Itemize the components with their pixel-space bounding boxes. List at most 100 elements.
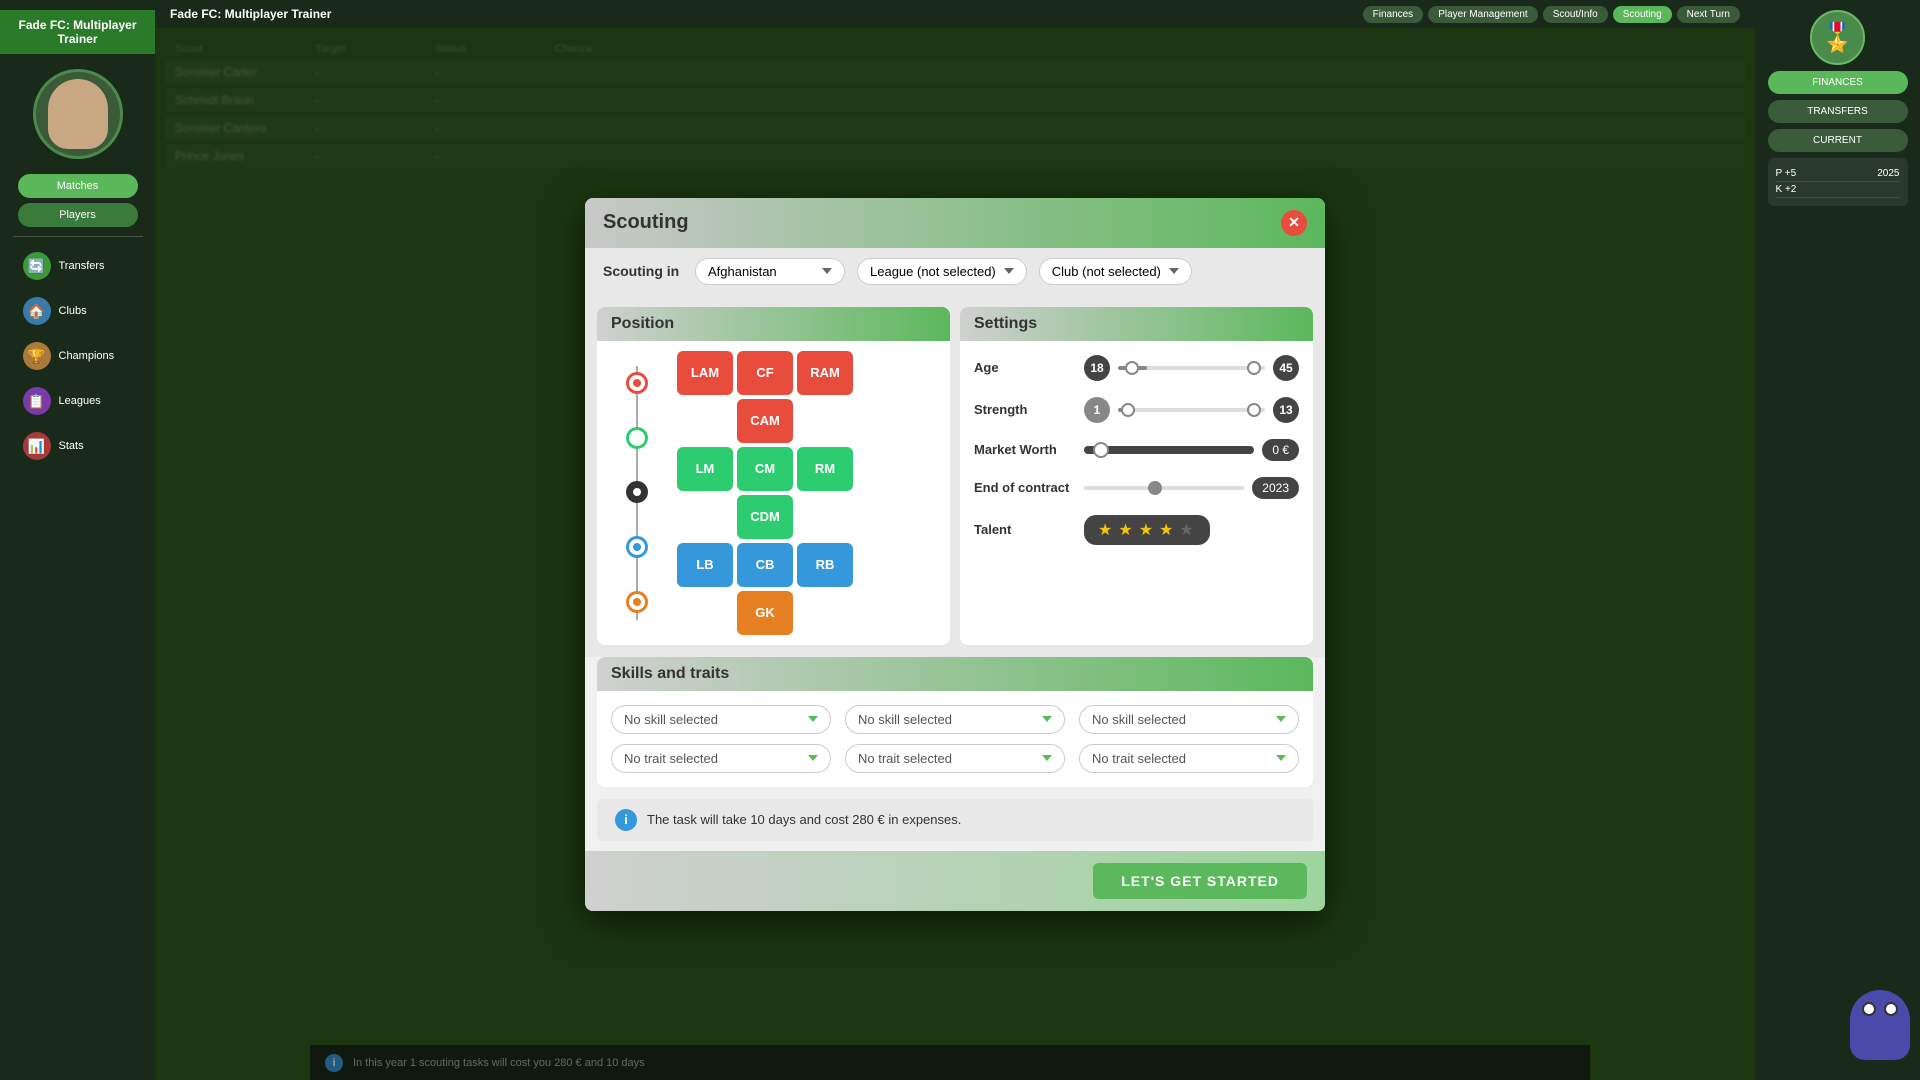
skills-row: No skill selected No skill selected No s… xyxy=(611,705,1299,734)
sidebar-item-players[interactable]: Players xyxy=(18,203,138,227)
country-dropdown[interactable]: Afghanistan xyxy=(695,258,845,285)
trait-2-value: No trait selected xyxy=(858,751,952,766)
stats-box: P +5 2025 K +2 xyxy=(1768,158,1908,206)
right-transfers-btn[interactable]: TRANSFERS xyxy=(1768,100,1908,123)
topbar-finances[interactable]: Finances xyxy=(1363,6,1424,23)
topbar-nav: Finances Player Management Scout/Info Sc… xyxy=(1363,6,1740,23)
stat-row-2: K +2 xyxy=(1776,182,1900,198)
pos-cb[interactable]: CB xyxy=(737,543,793,587)
strength-label: Strength xyxy=(974,402,1074,417)
trait-3-value: No trait selected xyxy=(1092,751,1186,766)
pos-lam[interactable]: LAM xyxy=(677,351,733,395)
club-dropdown[interactable]: Club (not selected) xyxy=(1039,258,1192,285)
settings-header: Settings xyxy=(960,307,1313,341)
settings-section: Settings Age 18 xyxy=(960,307,1313,645)
topbar-scout-info[interactable]: Scout/Info xyxy=(1543,6,1608,23)
position-selector xyxy=(607,351,667,635)
market-slider[interactable] xyxy=(1084,446,1254,454)
right-finance-btn[interactable]: FINANCES xyxy=(1768,71,1908,94)
skill-3-value: No skill selected xyxy=(1092,712,1186,727)
modal-footer: LET'S GET STARTED xyxy=(585,851,1325,911)
sidebar-item-champions[interactable]: 🏆 Champions xyxy=(13,336,143,376)
age-range-track xyxy=(1118,366,1265,370)
pos-circle-defense[interactable] xyxy=(626,536,648,558)
pos-cf[interactable]: CF xyxy=(737,351,793,395)
age-thumb-right[interactable] xyxy=(1247,361,1261,375)
talent-row: Talent ★ ★ ★ ★ ★ xyxy=(974,515,1299,545)
league-dropdown[interactable]: League (not selected) xyxy=(857,258,1027,285)
pos-lb[interactable]: LB xyxy=(677,543,733,587)
sidebar-item-stats[interactable]: 📊 Stats xyxy=(13,426,143,466)
age-min-badge: 18 xyxy=(1084,355,1110,381)
pos-cdm[interactable]: CDM xyxy=(737,495,793,539)
modal-title: Scouting xyxy=(603,211,689,234)
pos-empty-2 xyxy=(797,399,853,443)
contract-slider[interactable] xyxy=(1084,486,1244,490)
topbar-player-mgmt[interactable]: Player Management xyxy=(1428,6,1538,23)
start-button[interactable]: LET'S GET STARTED xyxy=(1093,863,1307,899)
skills-content: No skill selected No skill selected No s… xyxy=(597,691,1313,787)
contract-row: End of contract 2023 xyxy=(974,477,1299,499)
trait-1-chevron-icon xyxy=(808,755,818,761)
market-controls: 0 € xyxy=(1084,439,1299,461)
position-section: Position xyxy=(597,307,950,645)
skill-3-chevron-icon xyxy=(1276,716,1286,722)
close-button[interactable]: ✕ xyxy=(1281,210,1307,236)
strength-thumb-right[interactable] xyxy=(1247,403,1261,417)
club-value: Club (not selected) xyxy=(1052,264,1161,279)
pos-rb[interactable]: RB xyxy=(797,543,853,587)
age-thumb-left[interactable] xyxy=(1125,361,1139,375)
pos-circle-all[interactable] xyxy=(626,481,648,503)
pos-rm[interactable]: RM xyxy=(797,447,853,491)
contract-label: End of contract xyxy=(974,480,1074,495)
pos-cm[interactable]: CM xyxy=(737,447,793,491)
pos-ram[interactable]: RAM xyxy=(797,351,853,395)
skill-1-value: No skill selected xyxy=(624,712,718,727)
pos-lm[interactable]: LM xyxy=(677,447,733,491)
talent-label: Talent xyxy=(974,522,1074,537)
pos-cam[interactable]: CAM xyxy=(737,399,793,443)
pos-empty-5 xyxy=(677,591,733,635)
topbar-next-turn[interactable]: Next Turn xyxy=(1677,6,1740,23)
trait-dropdown-2[interactable]: No trait selected xyxy=(845,744,1065,773)
topbar-scouting[interactable]: Scouting xyxy=(1613,6,1672,23)
pos-gk[interactable]: GK xyxy=(737,591,793,635)
transfers-icon: 🔄 xyxy=(23,252,51,280)
info-text: The task will take 10 days and cost 280 … xyxy=(647,812,961,827)
skill-dropdown-3[interactable]: No skill selected xyxy=(1079,705,1299,734)
trait-1-value: No trait selected xyxy=(624,751,718,766)
sidebar-item-matches[interactable]: Matches xyxy=(18,174,138,198)
pos-empty-4 xyxy=(797,495,853,539)
info-bar: i The task will take 10 days and cost 28… xyxy=(597,799,1313,841)
trait-dropdown-3[interactable]: No trait selected xyxy=(1079,744,1299,773)
strength-thumb-left[interactable] xyxy=(1121,403,1135,417)
trait-dropdown-1[interactable]: No trait selected xyxy=(611,744,831,773)
modal-body: Position xyxy=(585,295,1325,657)
pos-circle-midfield[interactable] xyxy=(626,427,648,449)
sidebar-item-clubs[interactable]: 🏠 Clubs xyxy=(13,291,143,331)
skill-dropdown-2[interactable]: No skill selected xyxy=(845,705,1065,734)
pos-circle-gk[interactable] xyxy=(626,591,648,613)
topbar: Fade FC: Multiplayer Trainer Finances Pl… xyxy=(155,0,1755,28)
contract-thumb[interactable] xyxy=(1148,481,1162,495)
sidebar-header: Fade FC: Multiplayer Trainer xyxy=(0,10,155,54)
info-icon: i xyxy=(615,809,637,831)
strength-setting-row: Strength 1 13 xyxy=(974,397,1299,423)
skill-2-value: No skill selected xyxy=(858,712,952,727)
talent-stars[interactable]: ★ ★ ★ ★ ★ xyxy=(1084,515,1210,545)
market-thumb[interactable] xyxy=(1093,442,1109,458)
main-area: Scout Target Status Chance Sommer Carter… xyxy=(155,28,1755,1080)
pos-circle-attack[interactable] xyxy=(626,372,648,394)
star-4: ★ xyxy=(1159,520,1175,540)
sidebar-item-leagues[interactable]: 📋 Leagues xyxy=(13,381,143,421)
clubs-icon: 🏠 xyxy=(23,297,51,325)
position-content: LAM CF RAM CAM LM CM RM xyxy=(597,341,950,645)
settings-content: Age 18 45 xyxy=(960,341,1313,559)
stats-icon: 📊 xyxy=(23,432,51,460)
skill-dropdown-1[interactable]: No skill selected xyxy=(611,705,831,734)
right-current-btn[interactable]: CURRENT xyxy=(1768,129,1908,152)
sidebar-item-transfers[interactable]: 🔄 Transfers xyxy=(13,246,143,286)
age-setting-row: Age 18 45 xyxy=(974,355,1299,381)
contract-controls: 2023 xyxy=(1084,477,1299,499)
strength-controls: 1 13 xyxy=(1084,397,1299,423)
